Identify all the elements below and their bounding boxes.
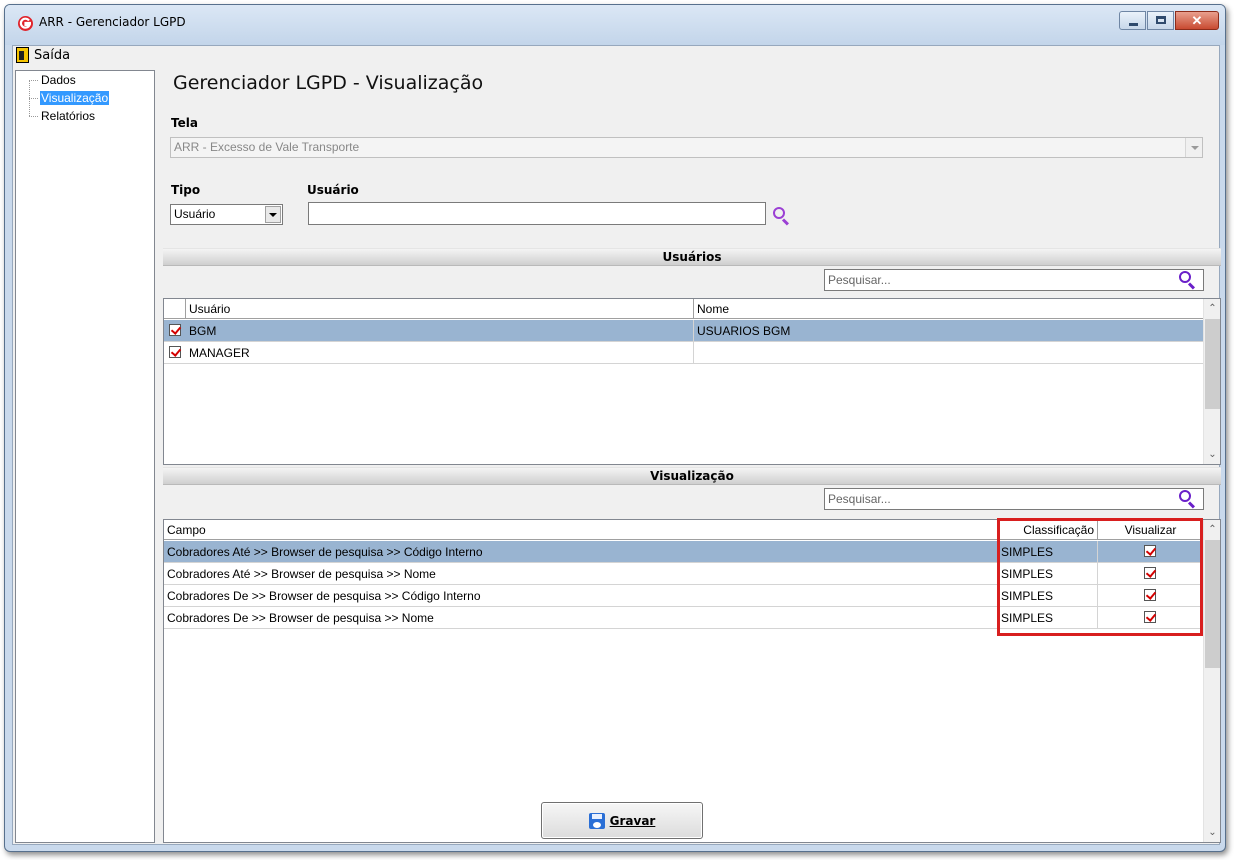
cell-campo: Cobradores Até >> Browser de pesquisa >>… xyxy=(164,541,998,562)
usuario-label: Usuário xyxy=(307,183,359,197)
tipo-label: Tipo xyxy=(171,183,201,197)
tree-item-dados[interactable]: Dados xyxy=(40,73,77,87)
scroll-thumb[interactable] xyxy=(1205,540,1220,668)
minimize-icon xyxy=(1129,23,1138,26)
cell-campo: Cobradores De >> Browser de pesquisa >> … xyxy=(164,585,998,606)
window-controls: ✕ xyxy=(1118,11,1219,30)
search-icon[interactable] xyxy=(773,207,791,226)
tree-connector xyxy=(29,116,38,117)
chevron-down-icon xyxy=(1191,146,1199,150)
menu-item-exit-label: Saída xyxy=(34,47,71,63)
tree-connector xyxy=(29,80,38,81)
tipo-select-value: Usuário xyxy=(174,207,216,221)
save-button[interactable]: Gravar xyxy=(541,802,703,839)
tela-select: ARR - Excesso de Vale Transporte xyxy=(170,137,1203,158)
cell-campo: Cobradores Até >> Browser de pesquisa >>… xyxy=(164,563,998,584)
page-title: Gerenciador LGPD - Visualização xyxy=(173,72,484,94)
visualizacao-scrollbar[interactable]: ⌃ ⌄ xyxy=(1203,520,1220,842)
tela-dropdown-button xyxy=(1185,138,1202,157)
visualizacao-section-header: Visualização xyxy=(163,467,1221,485)
column-header-usuario[interactable]: Usuário xyxy=(186,299,694,319)
column-header-campo[interactable]: Campo xyxy=(164,520,998,540)
usuario-input[interactable] xyxy=(308,202,766,225)
menu-bar: Saída xyxy=(13,46,1219,66)
cell-nome: USUARIOS BGM xyxy=(697,324,791,338)
save-disk-icon xyxy=(588,812,605,829)
column-header-nome[interactable]: Nome xyxy=(694,299,1204,319)
minimize-button[interactable] xyxy=(1119,11,1146,30)
usuarios-search-icon[interactable] xyxy=(1179,271,1197,290)
search-icon-ring xyxy=(773,207,785,219)
visualizacao-search-icon[interactable] xyxy=(1179,490,1197,509)
tree-connector xyxy=(29,98,38,99)
close-button[interactable]: ✕ xyxy=(1175,11,1219,30)
usuarios-section-header: Usuários xyxy=(163,248,1221,266)
exit-door-icon xyxy=(16,47,29,63)
tree-item-visualizacao[interactable]: Visualização xyxy=(40,91,110,105)
visualizacao-search-input[interactable]: Pesquisar... xyxy=(824,488,1204,510)
app-logo-icon xyxy=(18,16,33,31)
close-icon: ✕ xyxy=(1191,13,1203,28)
cell-nome xyxy=(694,342,1204,363)
tela-label: Tela xyxy=(171,116,198,130)
scroll-up-icon[interactable]: ⌃ xyxy=(1204,300,1220,317)
table-row[interactable]: MANAGER xyxy=(164,342,1204,364)
search-icon-ring xyxy=(1179,490,1191,502)
maximize-icon xyxy=(1156,16,1166,24)
client-area: Saída Dados Visualização Relatórios Gere… xyxy=(12,45,1221,845)
scroll-thumb[interactable] xyxy=(1205,319,1220,409)
row-checkbox[interactable] xyxy=(169,346,181,358)
save-button-label: Gravar xyxy=(609,813,656,828)
navigation-tree: Dados Visualização Relatórios xyxy=(15,70,155,843)
search-icon-handle xyxy=(781,218,790,226)
search-icon-ring xyxy=(1179,271,1191,283)
usuarios-scrollbar[interactable]: ⌃ ⌄ xyxy=(1203,299,1220,464)
search-icon-handle xyxy=(1187,501,1196,509)
tela-select-value: ARR - Excesso de Vale Transporte xyxy=(174,140,360,154)
app-window: ARR - Gerenciador LGPD ✕ Saída Dados Vis… xyxy=(4,4,1226,852)
column-header-check xyxy=(164,299,186,319)
usuarios-search-input[interactable]: Pesquisar... xyxy=(824,269,1204,291)
scroll-down-icon[interactable]: ⌄ xyxy=(1204,824,1220,841)
table-row[interactable]: BGM USUARIOS BGM xyxy=(164,320,1204,342)
tipo-select[interactable]: Usuário xyxy=(170,204,283,225)
usuarios-grid-header: Usuário Nome xyxy=(164,299,1204,319)
search-icon-handle xyxy=(1187,282,1196,290)
scroll-up-icon[interactable]: ⌃ xyxy=(1204,521,1220,538)
cell-usuario: BGM xyxy=(186,320,694,341)
tipo-dropdown-button[interactable] xyxy=(265,206,281,223)
cell-campo: Cobradores De >> Browser de pesquisa >> … xyxy=(164,607,998,628)
cell-usuario: MANAGER xyxy=(186,342,694,363)
title-bar[interactable]: ARR - Gerenciador LGPD ✕ xyxy=(5,5,1225,45)
usuarios-grid: Usuário Nome BGM USUARIOS BGM MANAGER ⌃ … xyxy=(163,298,1221,465)
chevron-down-icon xyxy=(269,213,277,217)
window-title: ARR - Gerenciador LGPD xyxy=(39,15,186,29)
tree-item-relatorios[interactable]: Relatórios xyxy=(40,109,96,123)
row-checkbox[interactable] xyxy=(169,324,181,336)
scroll-down-icon[interactable]: ⌄ xyxy=(1204,446,1220,463)
maximize-button[interactable] xyxy=(1147,11,1174,30)
menu-item-exit[interactable]: Saída xyxy=(16,47,70,63)
annotation-highlight-box xyxy=(997,518,1203,636)
